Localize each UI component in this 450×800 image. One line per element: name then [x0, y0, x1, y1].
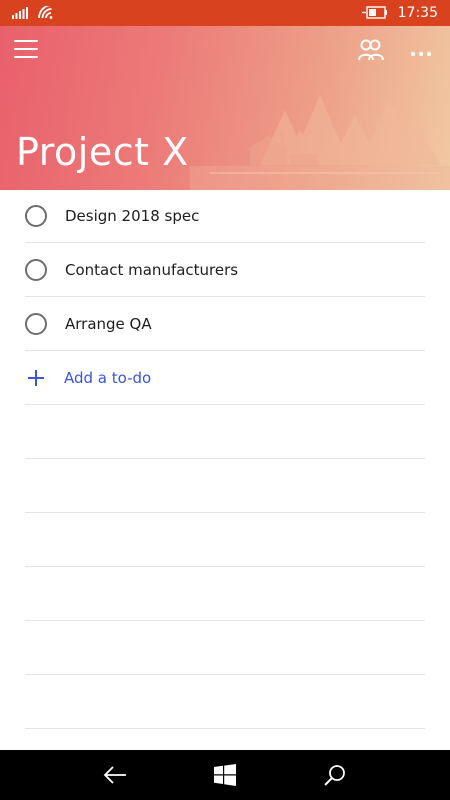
add-todo-label: Add a to-do	[64, 368, 152, 387]
more-icon	[410, 51, 432, 57]
windows-start-icon	[214, 764, 236, 786]
hamburger-icon-line	[14, 56, 38, 58]
header-scenery-illustration	[190, 95, 450, 190]
status-left	[12, 3, 54, 23]
todo-label: Design 2018 spec	[65, 207, 200, 225]
more-options-button[interactable]	[410, 44, 432, 57]
hamburger-icon-line	[14, 48, 38, 50]
plus-icon	[25, 367, 47, 389]
complete-checkbox[interactable]	[25, 312, 47, 335]
back-arrow-icon	[103, 766, 126, 784]
complete-checkbox[interactable]	[25, 205, 47, 227]
status-bar: 17:35	[0, 0, 450, 26]
status-time: 17:35	[397, 5, 438, 21]
todo-item[interactable]: Design 2018 spec	[25, 190, 425, 243]
complete-checkbox[interactable]	[25, 258, 47, 281]
todo-item[interactable]: Arrange QA	[25, 297, 425, 351]
back-button[interactable]	[90, 755, 140, 795]
status-right: 17:35	[361, 4, 438, 23]
todo-list: Design 2018 spec Contact manufacturers A…	[0, 190, 450, 729]
menu-button[interactable]	[14, 40, 38, 58]
system-nav-bar	[0, 750, 450, 800]
todo-item[interactable]: Contact manufacturers	[25, 243, 425, 297]
empty-list-line	[25, 405, 425, 459]
start-button[interactable]	[200, 755, 250, 795]
empty-list-line	[25, 675, 425, 729]
empty-list-line	[25, 567, 425, 621]
people-icon	[358, 39, 384, 61]
todo-label: Contact manufacturers	[65, 260, 239, 279]
battery-charging-icon	[361, 4, 388, 23]
signal-icon	[12, 4, 28, 23]
hamburger-icon-line	[14, 40, 38, 42]
add-todo-button[interactable]: Add a to-do	[25, 351, 425, 405]
todo-label: Arrange QA	[65, 314, 152, 333]
empty-list-line	[25, 621, 425, 675]
search-icon	[324, 765, 345, 786]
empty-list-line	[25, 513, 425, 567]
share-list-button[interactable]	[358, 38, 384, 62]
app-window: 17:35 Project X Design 2018 spec Contact…	[0, 0, 450, 800]
empty-list-line	[25, 459, 425, 513]
wifi-icon	[38, 3, 54, 23]
list-title: Project X	[16, 130, 189, 174]
list-header: Project X	[0, 26, 450, 190]
search-button[interactable]	[310, 755, 360, 795]
